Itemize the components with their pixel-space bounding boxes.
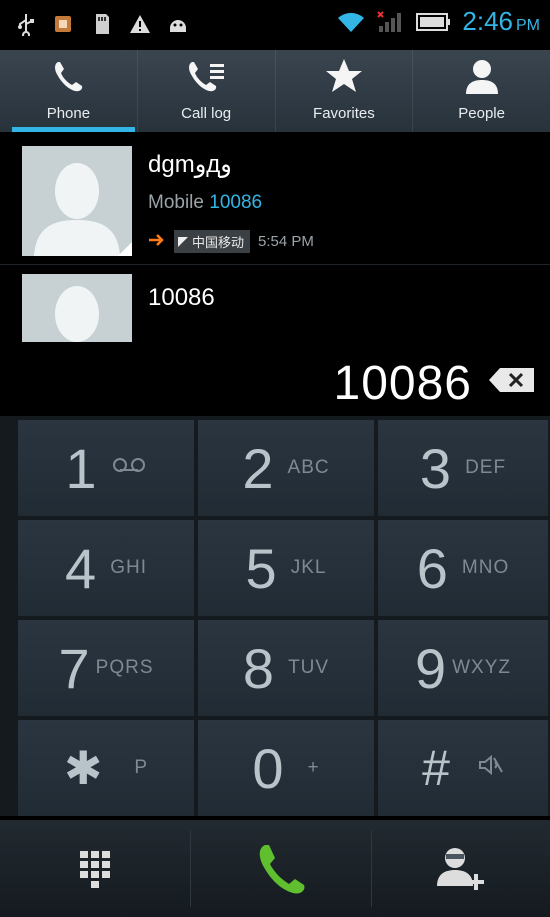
key-0[interactable]: 0 + xyxy=(198,720,374,816)
star-icon xyxy=(324,56,364,101)
list-item[interactable]: dgmوдو Mobile 10086 中国移动 5:54 PM xyxy=(0,140,550,264)
key-5[interactable]: 5 JKL xyxy=(198,520,374,616)
key-4[interactable]: 4 GHI xyxy=(18,520,194,616)
tab-favorites[interactable]: Favorites xyxy=(276,50,414,132)
key-letters: PQRS xyxy=(95,657,154,678)
tab-call-log[interactable]: Call log xyxy=(138,50,276,132)
dialed-number: 10086 xyxy=(333,357,472,410)
digits-field[interactable]: 10086 xyxy=(0,350,550,410)
call-time: 5:54 PM xyxy=(258,233,314,250)
avatar xyxy=(22,274,132,342)
contact-name: 10086 xyxy=(148,284,215,311)
status-bar: 2:46 PM xyxy=(0,0,550,50)
key-digit: 2 xyxy=(242,436,274,500)
outgoing-call-icon xyxy=(148,233,166,251)
key-3[interactable]: 3 DEF xyxy=(378,420,548,516)
key-digit: 8 xyxy=(242,636,275,700)
key-digit: 1 xyxy=(65,436,97,500)
wifi-icon xyxy=(336,10,366,34)
last-call-info: 中国移动 5:54 PM xyxy=(148,230,314,253)
warning-icon xyxy=(128,12,152,36)
call-button[interactable] xyxy=(191,820,371,917)
contact-number: 10086 xyxy=(209,192,263,213)
sim-toolkit-icon xyxy=(52,12,76,36)
key-letters: ABC xyxy=(287,457,330,478)
key-letters: DEF xyxy=(465,457,507,478)
add-contact-button[interactable] xyxy=(372,820,550,917)
add-contact-icon xyxy=(437,847,484,890)
key-digit: 7 xyxy=(58,636,90,700)
dialpad-icon xyxy=(80,850,110,888)
call-log-icon xyxy=(184,56,228,101)
backspace-button[interactable] xyxy=(488,367,536,393)
key-digit: 3 xyxy=(419,436,452,500)
key-letters: + xyxy=(307,757,320,778)
tab-label: Call log xyxy=(181,105,232,122)
tab-people[interactable]: People xyxy=(413,50,550,132)
tab-phone[interactable]: Phone xyxy=(0,50,138,132)
dialer-action-bar xyxy=(0,820,550,917)
sd-card-icon xyxy=(90,12,114,36)
key-digit: 0 xyxy=(252,736,284,800)
dialpad-toggle-button[interactable] xyxy=(0,820,190,917)
mute-icon xyxy=(478,754,504,781)
usb-icon xyxy=(14,12,38,36)
dialpad: 1 2 ABC 3 DEF 4 GHI 5 JKL 6 MNO 7 PQRS 8 TUV 9W… xyxy=(0,416,550,816)
contact-number-line: Mobile 10086 xyxy=(148,192,262,214)
key-letters: JKL xyxy=(290,557,327,578)
android-icon xyxy=(166,12,190,36)
call-icon xyxy=(259,844,305,893)
key-letters: TUV xyxy=(288,657,330,678)
tab-label: People xyxy=(458,105,505,122)
contact-name: dgmوдو xyxy=(148,151,232,178)
key-digit: ✱ xyxy=(63,742,103,794)
key-digit: 4 xyxy=(65,536,97,600)
key-hash[interactable]: # xyxy=(378,720,548,816)
phone-icon xyxy=(48,56,88,101)
key-6[interactable]: 6 MNO xyxy=(378,520,548,616)
key-2[interactable]: 2 ABC xyxy=(198,420,374,516)
key-8[interactable]: 8 TUV xyxy=(198,620,374,716)
backspace-icon xyxy=(489,368,534,392)
key-letters: MNO xyxy=(461,557,510,578)
carrier-badge: 中国移动 xyxy=(174,230,251,253)
key-9[interactable]: 9 WXYZ xyxy=(378,620,548,716)
key-digit: 9 xyxy=(414,636,447,700)
key-7[interactable]: 7 PQRS xyxy=(18,620,194,716)
key-1[interactable]: 1 xyxy=(18,420,194,516)
key-letters: GHI xyxy=(110,557,147,578)
person-icon xyxy=(462,56,502,101)
number-type: Mobile xyxy=(148,192,204,213)
key-digit: # xyxy=(422,740,450,796)
signal-icon xyxy=(376,10,404,34)
key-letters: P xyxy=(134,757,149,778)
key-digit: 5 xyxy=(245,536,277,600)
tab-label: Phone xyxy=(46,105,91,122)
key-star[interactable]: ✱ P xyxy=(18,720,194,816)
tab-label: Favorites xyxy=(313,105,375,122)
divider xyxy=(0,264,550,265)
key-letters: WXYZ xyxy=(452,657,512,678)
avatar xyxy=(22,146,132,256)
key-digit: 6 xyxy=(416,536,448,600)
selected-tab-indicator xyxy=(12,127,135,132)
tab-bar: Phone Call log Favorites People xyxy=(0,50,550,132)
battery-icon xyxy=(414,10,452,34)
list-item[interactable]: 10086 xyxy=(0,274,550,344)
voicemail-icon xyxy=(111,457,147,479)
sim-corner-icon xyxy=(178,236,188,247)
clock: 2:46 PM xyxy=(462,6,540,36)
